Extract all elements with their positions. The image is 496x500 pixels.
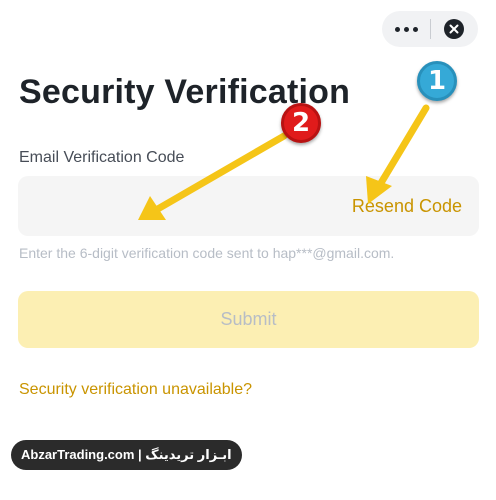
submit-button[interactable]: Submit — [18, 291, 479, 348]
email-code-input[interactable] — [18, 176, 338, 236]
email-code-label: Email Verification Code — [19, 149, 185, 166]
close-button[interactable] — [431, 11, 477, 47]
watermark: AbzarTrading.com | ابـزار تریدینگ — [11, 440, 242, 470]
email-code-field: Resend Code — [18, 176, 479, 236]
more-options-button[interactable] — [382, 11, 430, 47]
verification-hint: Enter the 6-digit verification code sent… — [19, 245, 395, 261]
more-dots-icon — [394, 26, 400, 32]
annotation-marker-2: 2 — [281, 103, 321, 143]
security-unavailable-link[interactable]: Security verification unavailable? — [19, 381, 252, 399]
annotation-marker-1: 1 — [417, 61, 457, 101]
window-controls — [382, 11, 478, 47]
resend-code-button[interactable]: Resend Code — [352, 196, 462, 217]
close-icon — [444, 19, 464, 39]
